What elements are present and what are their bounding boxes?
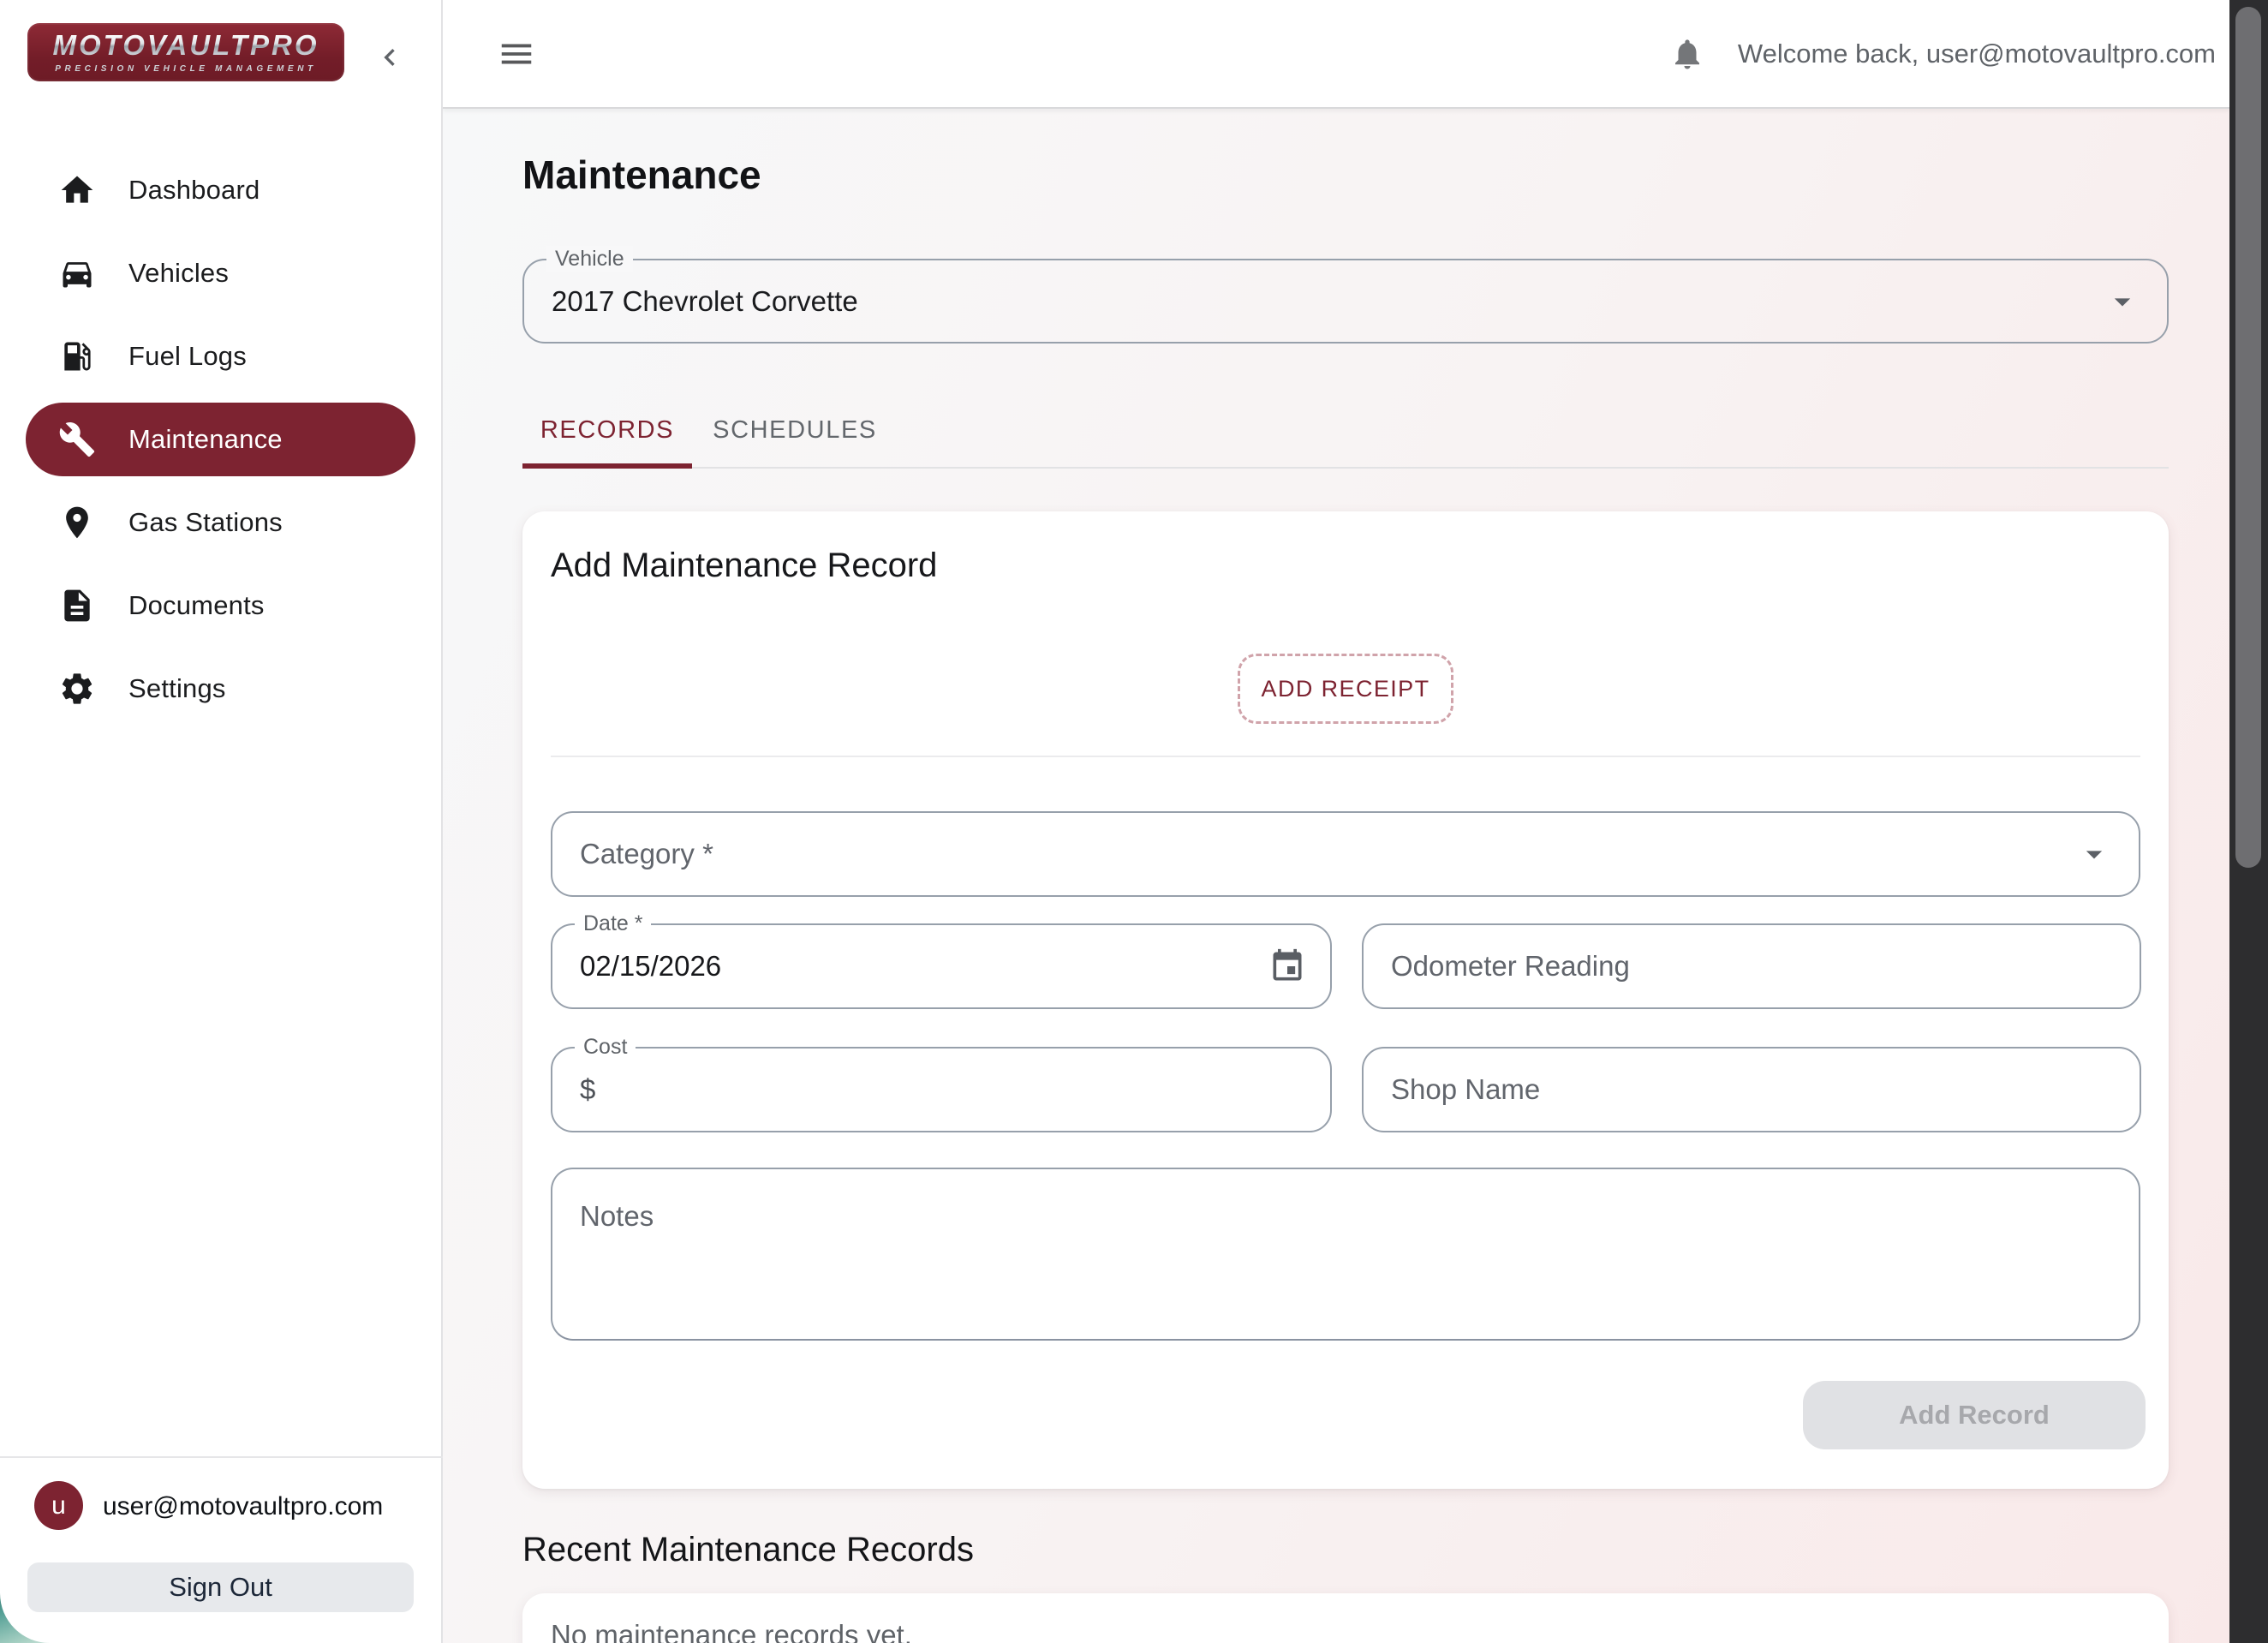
logo-subtitle: PRECISION VEHICLE MANAGEMENT: [55, 64, 316, 74]
sidebar-item-label: Settings: [128, 673, 226, 704]
chevron-left-icon: [373, 40, 407, 75]
fuel-pump-icon: [58, 338, 96, 375]
sidebar-item-gas-stations[interactable]: Gas Stations: [26, 486, 415, 559]
car-icon: [58, 254, 96, 292]
dropdown-arrow-icon: [2075, 835, 2113, 873]
date-field: Date *: [551, 923, 1332, 1009]
form-divider: [551, 756, 2140, 757]
tab-records[interactable]: RECORDS: [522, 413, 692, 467]
sidebar-item-label: Fuel Logs: [128, 341, 247, 372]
add-maintenance-record-card: Add Maintenance Record ADD RECEIPT Categ…: [522, 511, 2169, 1489]
scrollbar-thumb[interactable]: [2235, 7, 2261, 868]
avatar: u: [34, 1481, 83, 1530]
add-receipt-button[interactable]: ADD RECEIPT: [1238, 654, 1453, 724]
cost-field: Cost $: [551, 1047, 1332, 1132]
page-title: Maintenance: [522, 152, 761, 198]
sidebar-item-maintenance[interactable]: Maintenance: [26, 403, 415, 476]
sidebar-item-dashboard[interactable]: Dashboard: [26, 153, 415, 227]
shop-name-field: [1362, 1047, 2141, 1132]
location-pin-icon: [58, 504, 96, 541]
active-tab-indicator: [522, 463, 692, 469]
category-select-label: Category *: [580, 813, 713, 895]
logo-title: MOTOVAULTPRO: [53, 31, 319, 59]
cost-input[interactable]: [552, 1049, 1330, 1131]
sidebar-item-documents[interactable]: Documents: [26, 569, 415, 642]
category-select[interactable]: Category *: [551, 811, 2140, 897]
form-title: Add Maintenance Record: [551, 547, 937, 585]
notifications-bell-icon[interactable]: [1669, 36, 1705, 72]
gear-icon: [58, 670, 96, 708]
document-icon: [58, 587, 96, 624]
top-bar: Welcome back, user@motovaultpro.com: [443, 0, 2229, 109]
recent-records-card: No maintenance records yet.: [522, 1593, 2169, 1643]
date-input[interactable]: [552, 925, 1330, 1007]
app-logo: MOTOVAULTPRO PRECISION VEHICLE MANAGEMEN…: [27, 23, 344, 81]
vehicle-select[interactable]: Vehicle 2017 Chevrolet Corvette: [522, 259, 2169, 344]
odometer-input[interactable]: [1364, 925, 2140, 1007]
welcome-message: Welcome back, user@motovaultpro.com: [1738, 39, 2216, 69]
tab-schedules[interactable]: SCHEDULES: [692, 413, 898, 467]
sidebar-item-label: Maintenance: [128, 424, 283, 455]
calendar-icon[interactable]: [1268, 947, 1306, 985]
tab-label: RECORDS: [540, 416, 674, 445]
vehicle-select-value: 2017 Chevrolet Corvette: [552, 260, 858, 342]
sign-out-button[interactable]: Sign Out: [27, 1562, 414, 1612]
home-icon: [58, 171, 96, 209]
sidebar-item-vehicles[interactable]: Vehicles: [26, 236, 415, 310]
app-window: MOTOVAULTPRO PRECISION VEHICLE MANAGEMEN…: [0, 0, 2268, 1643]
tab-bar: RECORDS SCHEDULES: [522, 413, 2169, 469]
user-email: user@motovaultpro.com: [103, 1492, 383, 1521]
dropdown-arrow-icon: [2104, 283, 2141, 320]
sidebar-item-fuel-logs[interactable]: Fuel Logs: [26, 320, 415, 393]
odometer-field: [1362, 923, 2141, 1009]
records-empty-text: No maintenance records yet.: [551, 1619, 912, 1643]
notes-field: [551, 1168, 2140, 1341]
sidebar-item-settings[interactable]: Settings: [26, 652, 415, 726]
shop-name-input[interactable]: [1364, 1049, 2140, 1131]
sidebar-footer: u user@motovaultpro.com Sign Out: [0, 1456, 443, 1458]
sidebar-collapse-button[interactable]: [370, 38, 409, 77]
recent-records-title: Recent Maintenance Records: [522, 1531, 974, 1569]
hamburger-menu-button[interactable]: [497, 34, 536, 74]
sidebar-item-label: Vehicles: [128, 258, 229, 289]
topbar-right-group: Welcome back, user@motovaultpro.com: [1669, 0, 2216, 107]
sidebar-item-label: Documents: [128, 590, 265, 621]
notes-textarea[interactable]: [552, 1169, 2139, 1339]
wrench-icon: [58, 421, 96, 458]
sidebar-nav: Dashboard Vehicles Fuel Logs Maintenance: [0, 153, 443, 735]
main-content: Maintenance Vehicle 2017 Chevrolet Corve…: [443, 109, 2229, 1643]
hamburger-menu-icon: [497, 34, 536, 74]
tab-label: SCHEDULES: [713, 416, 877, 445]
add-record-button[interactable]: Add Record: [1803, 1381, 2146, 1449]
page-scrollbar: [2229, 0, 2268, 1643]
sidebar: MOTOVAULTPRO PRECISION VEHICLE MANAGEMEN…: [0, 0, 443, 1643]
sidebar-item-label: Dashboard: [128, 175, 260, 206]
sidebar-item-label: Gas Stations: [128, 507, 283, 538]
